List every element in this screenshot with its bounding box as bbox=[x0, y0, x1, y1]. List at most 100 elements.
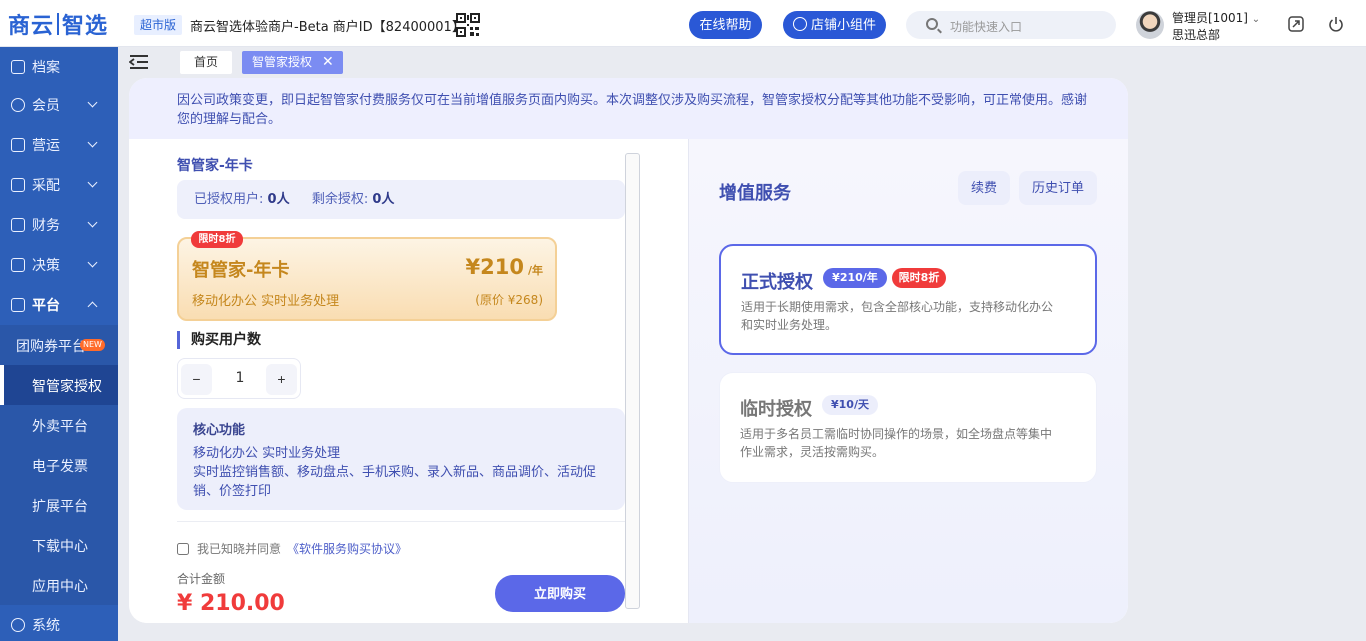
plan-discount-tag: 限时8折 bbox=[892, 268, 946, 288]
logo-text-right: 智选 bbox=[62, 14, 109, 39]
sidebar: 档案 会员 营运 采配 财务 决策 平台 团购券平台 NEW 智管家授权 外卖平… bbox=[0, 47, 118, 641]
monitor-icon bbox=[11, 298, 25, 312]
sidebar-item-finance[interactable]: 财务 bbox=[0, 205, 118, 245]
qr-code-icon[interactable] bbox=[456, 13, 480, 37]
user-name[interactable]: 管理员[1001] ⌄ bbox=[1172, 9, 1260, 26]
sidebar-subitem-label: 外卖平台 bbox=[32, 419, 88, 435]
plan-price-tag: ¥10/天 bbox=[822, 395, 878, 415]
sidebar-subitem-download[interactable]: 下载中心 bbox=[0, 525, 118, 565]
sidebar-item-system[interactable]: 系统 bbox=[0, 605, 118, 641]
gear-icon bbox=[11, 618, 25, 632]
sidebar-subitem-label: 智管家授权 bbox=[32, 379, 102, 395]
store-icon bbox=[11, 138, 25, 152]
sidebar-item-label: 平台 bbox=[32, 298, 60, 314]
chevron-down-icon bbox=[87, 217, 98, 228]
increment-button[interactable]: + bbox=[266, 364, 297, 395]
quick-search-input[interactable]: 功能快速入口 bbox=[906, 11, 1116, 39]
purchase-panel: 智管家-年卡 已授权用户: 0人 剩余授权: 0人 智管家-年卡 ¥210/年 … bbox=[129, 139, 688, 623]
chevron-down-icon bbox=[87, 177, 98, 188]
agreement-row: 我已知晓并同意 《软件服务购买协议》 bbox=[177, 540, 407, 557]
main-card: 因公司政策变更，即日起智管家付费服务仅可在当前增值服务页面内购买。本次调整仅涉及… bbox=[129, 78, 1128, 623]
chevron-down-icon bbox=[87, 97, 98, 108]
sidebar-item-label: 决策 bbox=[32, 258, 60, 274]
value-added-panel: 增值服务 续费 历史订单 正式授权 ¥210/年 限时8折 适用于长期使用需求，… bbox=[688, 139, 1128, 623]
tab-home[interactable]: 首页 bbox=[180, 51, 232, 74]
scrollbar[interactable] bbox=[625, 153, 640, 609]
authorized-label: 已授权用户: bbox=[194, 192, 264, 207]
archive-icon bbox=[11, 60, 25, 74]
store-widget-button[interactable]: 店铺小组件 bbox=[783, 11, 886, 39]
collapse-menu-icon[interactable] bbox=[129, 54, 149, 70]
sidebar-subitem-label: 扩展平台 bbox=[32, 499, 88, 515]
edition-badge: 超市版 bbox=[134, 15, 183, 35]
sidebar-item-platform[interactable]: 平台 bbox=[0, 285, 118, 325]
product-card[interactable]: 智管家-年卡 ¥210/年 移动化办公 实时业务处理 (原价 ¥268) bbox=[177, 237, 557, 321]
chevron-down-icon: ⌄ bbox=[1251, 14, 1261, 25]
new-badge: NEW bbox=[80, 339, 105, 351]
authorized-value: 0人 bbox=[267, 192, 290, 207]
power-icon[interactable] bbox=[1328, 16, 1344, 32]
sidebar-subitem-label: 下载中心 bbox=[32, 539, 88, 555]
product-card-desc: 移动化办公 实时业务处理 bbox=[192, 294, 340, 309]
logo[interactable]: 商云 智选 bbox=[8, 10, 109, 39]
sidebar-item-label: 系统 bbox=[32, 618, 60, 634]
agreement-link[interactable]: 《软件服务购买协议》 bbox=[287, 540, 407, 557]
sidebar-subitem-label: 电子发票 bbox=[32, 459, 88, 475]
expand-icon[interactable] bbox=[1288, 16, 1304, 32]
top-bar: 商云 智选 超市版 商云智选体验商户-Beta 商户ID【82400001】 在… bbox=[0, 0, 1366, 47]
chevron-up-icon bbox=[87, 301, 98, 312]
quantity-stepper: − 1 + bbox=[177, 358, 301, 399]
search-placeholder: 功能快速入口 bbox=[950, 20, 1023, 34]
avatar[interactable] bbox=[1136, 11, 1164, 39]
plan-desc: 适用于长期使用需求，包含全部核心功能，支持移动化办公和实时业务处理。 bbox=[741, 300, 1054, 332]
sidebar-subitem-e-invoice[interactable]: 电子发票 bbox=[0, 445, 118, 485]
plan-desc: 适用于多名员工需临时协同操作的场景，如全场盘点等集中作业需求，灵活按需购买。 bbox=[740, 427, 1053, 459]
sidebar-item-operation[interactable]: 营运 bbox=[0, 125, 118, 165]
sidebar-subitem-takeout[interactable]: 外卖平台 bbox=[0, 405, 118, 445]
sidebar-item-label: 财务 bbox=[32, 218, 60, 234]
sidebar-item-label: 采配 bbox=[32, 178, 60, 194]
finance-icon bbox=[11, 218, 25, 232]
features-line: 实时监控销售额、移动盘点、手机采购、录入新品、商品调价、活动促销、价签打印 bbox=[193, 465, 597, 499]
price-value: ¥210 bbox=[465, 255, 524, 279]
sidebar-item-label: 会员 bbox=[32, 98, 60, 114]
buy-count-title: 购买用户数 bbox=[177, 331, 261, 349]
close-icon[interactable]: ✕ bbox=[322, 51, 334, 74]
plan-card-formal[interactable]: 正式授权 ¥210/年 限时8折 适用于长期使用需求，包含全部核心功能，支持移动… bbox=[719, 244, 1097, 355]
sidebar-item-purchase[interactable]: 采配 bbox=[0, 165, 118, 205]
sidebar-item-member[interactable]: 会员 bbox=[0, 85, 118, 125]
product-card-price: ¥210/年 bbox=[466, 255, 543, 279]
search-icon bbox=[926, 18, 938, 30]
chevron-down-icon bbox=[87, 137, 98, 148]
product-card-name: 智管家-年卡 bbox=[192, 260, 290, 281]
sidebar-subitem-label: 团购券平台 bbox=[16, 339, 86, 355]
sidebar-item-archive[interactable]: 档案 bbox=[0, 47, 118, 87]
remaining-label: 剩余授权: bbox=[311, 192, 369, 207]
core-features: 核心功能 移动化办公 实时业务处理 实时监控销售额、移动盘点、手机采购、录入新品… bbox=[177, 408, 625, 510]
tab-smart-manager[interactable]: 智管家授权 ✕ bbox=[242, 51, 343, 74]
plan-card-temporary[interactable]: 临时授权 ¥10/天 适用于多名员工需临时协同操作的场景，如全场盘点等集中作业需… bbox=[719, 372, 1097, 483]
sidebar-subitem-smart-manager[interactable]: 智管家授权 bbox=[0, 365, 118, 405]
renew-button[interactable]: 续费 bbox=[958, 171, 1010, 205]
decrement-button[interactable]: − bbox=[181, 364, 212, 395]
sidebar-subitem-extension[interactable]: 扩展平台 bbox=[0, 485, 118, 525]
order-history-button[interactable]: 历史订单 bbox=[1019, 171, 1097, 205]
plan-name: 正式授权 bbox=[741, 272, 813, 293]
buy-now-button[interactable]: 立即购买 bbox=[495, 575, 625, 612]
discount-tag: 限时8折 bbox=[191, 231, 243, 248]
decision-icon bbox=[11, 258, 25, 272]
widget-icon bbox=[792, 17, 807, 31]
quantity-value[interactable]: 1 bbox=[228, 370, 252, 386]
online-help-button[interactable]: 在线帮助 bbox=[689, 11, 762, 39]
original-price: (原价 ¥268) bbox=[475, 293, 543, 307]
user-icon bbox=[11, 98, 25, 112]
sidebar-item-decision[interactable]: 决策 bbox=[0, 245, 118, 285]
remaining-value: 0人 bbox=[372, 192, 395, 207]
agreement-checkbox[interactable] bbox=[177, 542, 189, 555]
sidebar-subitem-app-center[interactable]: 应用中心 bbox=[0, 565, 118, 605]
tab-label: 智管家授权 bbox=[252, 55, 313, 69]
logo-text-left: 商云 bbox=[8, 14, 55, 39]
sidebar-subitem-groupon[interactable]: 团购券平台 NEW bbox=[0, 325, 118, 365]
sidebar-item-label: 营运 bbox=[32, 138, 60, 154]
logo-divider bbox=[57, 13, 60, 35]
